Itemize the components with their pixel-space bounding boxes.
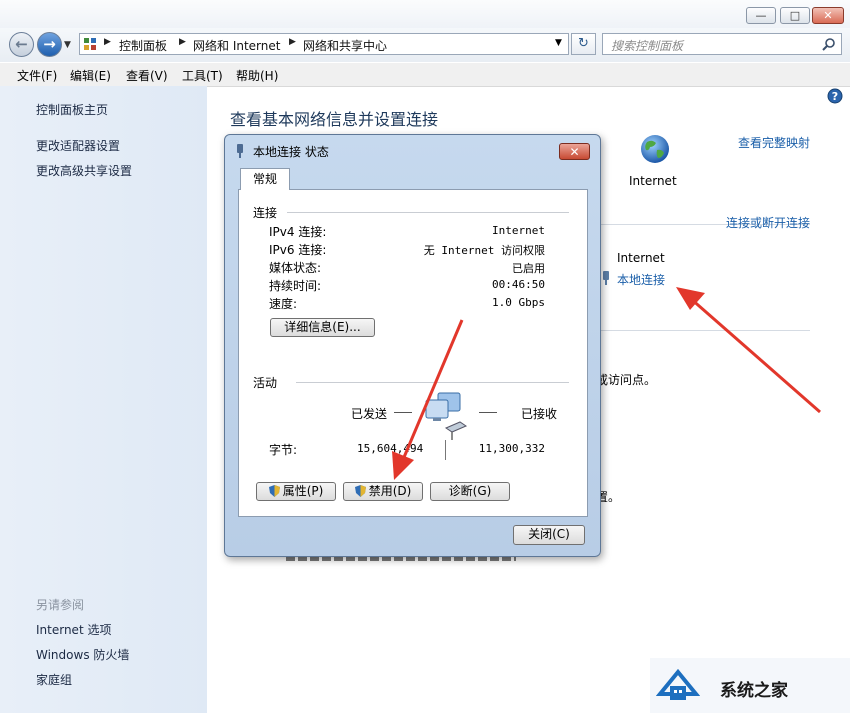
window-titlebar — [0, 0, 850, 30]
speed-value: 1.0 Gbps — [492, 296, 545, 309]
disable-button-label: 禁用(D) — [368, 484, 412, 498]
uac-shield-icon — [268, 485, 280, 497]
network-activity-icon — [425, 392, 468, 440]
sidebar-link-windows-firewall[interactable]: Windows 防火墙 — [36, 646, 129, 663]
dialog-close-button[interactable]: ✕ — [559, 143, 590, 160]
disable-button[interactable]: 禁用(D) — [343, 482, 423, 501]
see-also-heading: 另请参阅 — [36, 598, 85, 612]
search-input[interactable]: 搜索控制面板 — [611, 37, 683, 54]
group-divider — [287, 212, 569, 213]
sidebar-link-change-adapter-settings[interactable]: 更改适配器设置 — [36, 137, 120, 154]
forward-button[interactable]: → — [37, 32, 62, 57]
media-state-label: 媒体状态: — [269, 261, 322, 275]
sidebar-link-homegroup[interactable]: 家庭组 — [36, 671, 72, 688]
ipv6-label: IPv6 连接: — [269, 243, 327, 257]
ipv4-label: IPv4 连接: — [269, 225, 327, 239]
watermark-text: 系统之家 — [720, 681, 788, 701]
local-connection-link[interactable]: 本地连接 — [617, 271, 665, 288]
menu-tools[interactable]: 工具(T) — [182, 67, 223, 84]
search-box[interactable]: 搜索控制面板 — [602, 33, 842, 55]
annotation-arrow-to-local-connection — [676, 287, 821, 414]
ipv4-value: Internet — [492, 224, 545, 237]
sidebar-link-advanced-sharing[interactable]: 更改高级共享设置 — [36, 162, 132, 179]
minimize-button[interactable]: — — [746, 7, 776, 24]
page-title: 查看基本网络信息并设置连接 — [230, 110, 439, 129]
breadcrumb-separator-icon: ▶ — [289, 37, 296, 47]
properties-button[interactable]: 属性(P) — [256, 482, 336, 501]
internet-globe-icon — [641, 135, 669, 163]
dialog-close-text-button[interactable]: 关闭(C) — [513, 525, 585, 545]
bytes-label: 字节: — [269, 443, 298, 457]
back-button[interactable]: ← — [9, 32, 34, 57]
bytes-sent-value: 15,604,494 — [357, 442, 424, 455]
view-full-map-link[interactable]: 查看完整映射 — [738, 134, 810, 151]
breadcrumb-separator-icon: ▶ — [179, 37, 186, 47]
details-button[interactable]: 详细信息(E)... — [270, 318, 375, 337]
watermark-logo-icon — [656, 668, 700, 700]
breadcrumb-network-sharing-center[interactable]: 网络和共享中心 — [303, 37, 387, 54]
sidebar-link-internet-options[interactable]: Internet 选项 — [36, 621, 111, 638]
menu-view[interactable]: 查看(V) — [126, 67, 168, 84]
section-divider — [600, 330, 810, 331]
group-divider — [296, 382, 569, 383]
tab-panel-general: 连接 IPv4 连接: Internet IPv6 连接: 无 Internet… — [238, 189, 588, 517]
duration-value: 00:46:50 — [492, 278, 545, 291]
refresh-button[interactable]: ↻ — [571, 33, 596, 55]
activity-group-label: 活动 — [253, 376, 278, 390]
menu-help[interactable]: 帮助(H) — [236, 67, 278, 84]
help-icon[interactable]: ? — [827, 88, 843, 104]
watermark: 系统之家 — [650, 658, 850, 713]
bytes-received-value: 11,300,332 — [478, 442, 545, 455]
ipv6-value: 无 Internet 访问权限 — [423, 244, 545, 257]
breadcrumb-network-internet[interactable]: 网络和 Internet — [193, 37, 280, 54]
dialog-title: 本地连接 状态 — [253, 145, 329, 159]
recent-pages-chevron-icon[interactable]: ▼ — [64, 40, 71, 50]
address-bar[interactable]: ▶ 控制面板 ▶ 网络和 Internet ▶ 网络和共享中心 ▼ — [79, 33, 569, 55]
received-label: 已接收 — [521, 407, 558, 421]
received-line — [479, 412, 497, 413]
partial-task-text: 或访问点。 — [596, 373, 657, 387]
sent-label: 已发送 — [351, 407, 388, 421]
uac-shield-icon — [354, 485, 366, 497]
properties-button-label: 属性(P) — [282, 484, 324, 498]
search-icon[interactable] — [822, 37, 836, 51]
internet-label: Internet — [629, 174, 677, 188]
network-plug-icon — [603, 271, 609, 285]
svg-text:?: ? — [832, 90, 838, 103]
breadcrumb-control-panel[interactable]: 控制面板 — [119, 37, 167, 54]
address-dropdown-chevron-icon[interactable]: ▼ — [555, 38, 562, 48]
maximize-button[interactable]: □ — [780, 7, 810, 24]
local-connection-status-dialog: 本地连接 状态 ✕ 常规 连接 IPv4 连接: Internet IPv6 连… — [224, 134, 601, 557]
sidebar-link-control-panel-home[interactable]: 控制面板主页 — [36, 101, 108, 118]
speed-label: 速度: — [269, 297, 298, 311]
close-window-button[interactable]: ✕ — [812, 7, 844, 24]
media-state-value: 已启用 — [512, 262, 545, 275]
network-plug-icon — [237, 144, 243, 158]
connect-disconnect-link[interactable]: 连接或断开连接 — [726, 214, 810, 231]
sent-line — [394, 412, 412, 413]
menu-edit[interactable]: 编辑(E) — [70, 67, 111, 84]
control-panel-icon — [84, 38, 96, 50]
connection-group-label: 连接 — [253, 206, 278, 220]
sidebar — [0, 86, 207, 713]
activity-divider — [445, 440, 446, 460]
tab-general[interactable]: 常规 — [240, 168, 290, 190]
diagnose-button[interactable]: 诊断(G) — [430, 482, 510, 501]
menu-file[interactable]: 文件(F) — [17, 67, 57, 84]
access-type-value: Internet — [617, 251, 665, 265]
breadcrumb-separator-icon: ▶ — [104, 37, 111, 47]
duration-label: 持续时间: — [269, 279, 322, 293]
